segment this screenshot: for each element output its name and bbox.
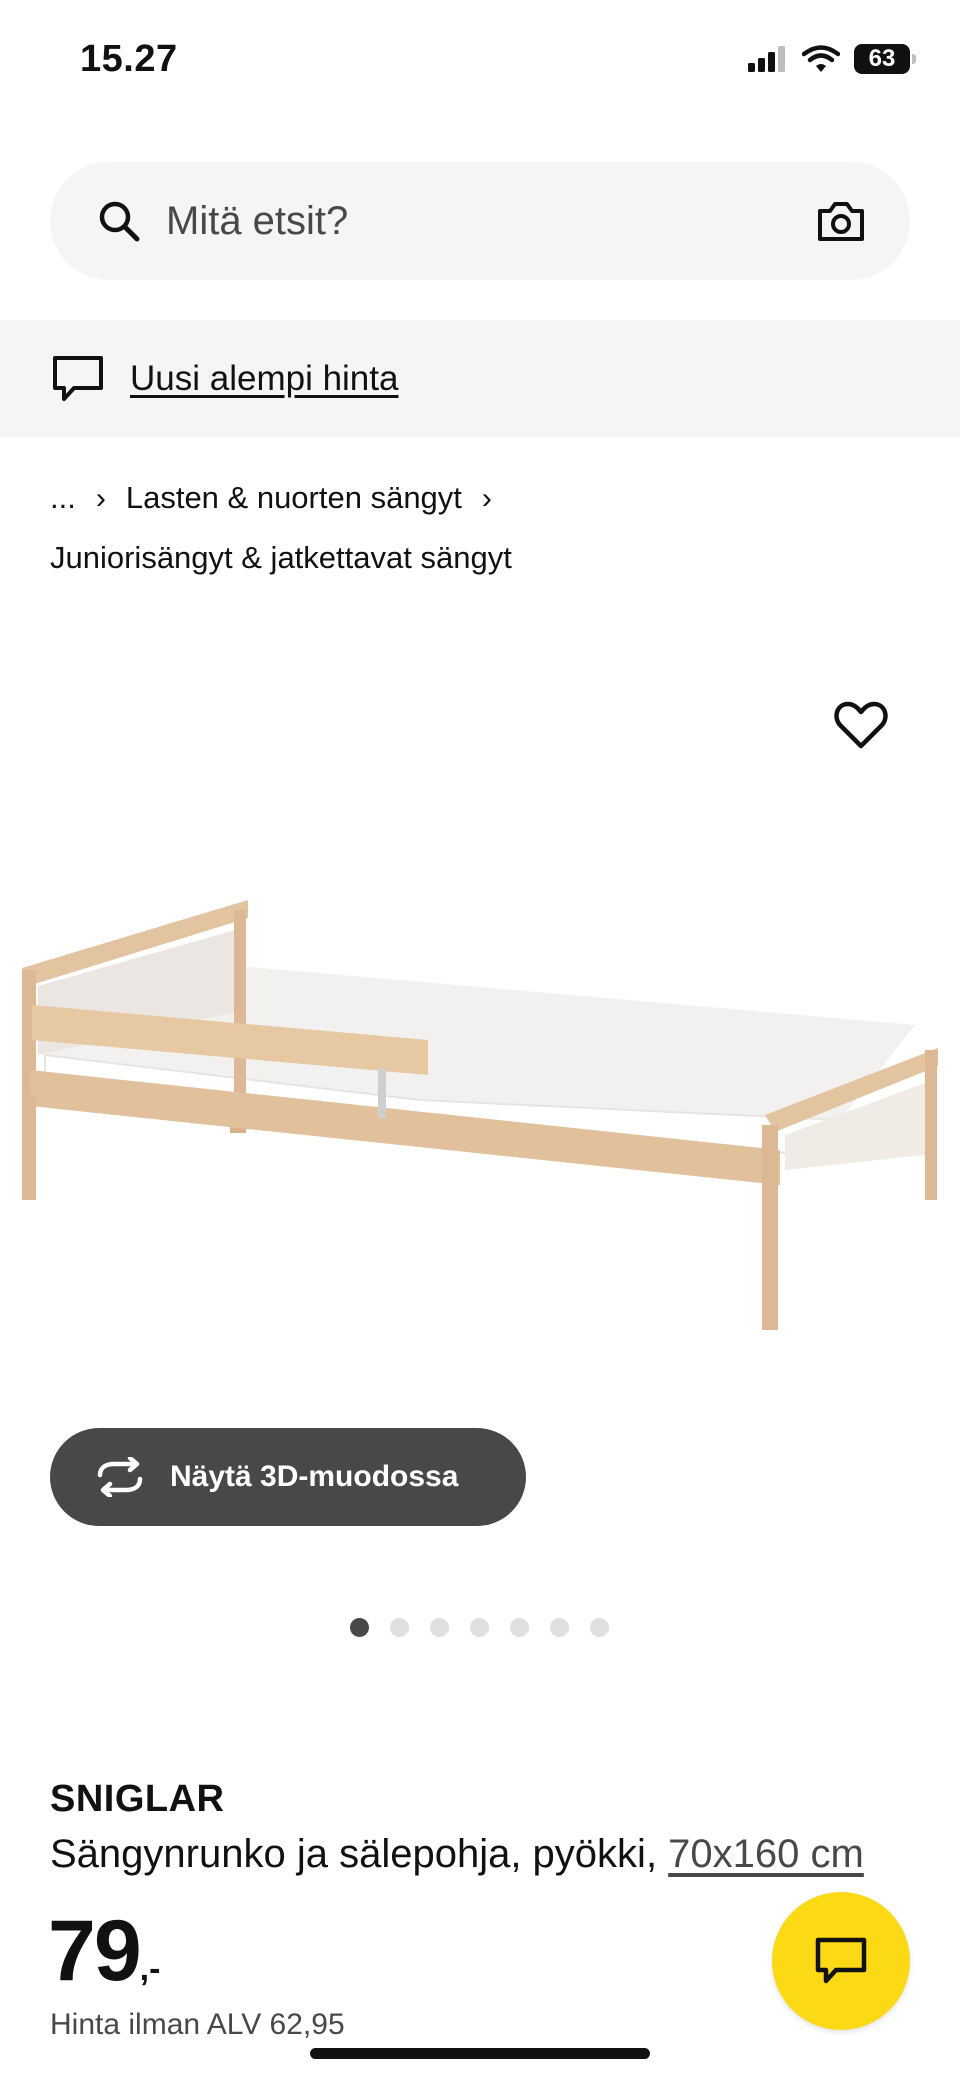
- search-input[interactable]: [164, 197, 816, 245]
- image-pagination: [350, 1618, 609, 1637]
- view-3d-button[interactable]: Näytä 3D-muodossa: [50, 1428, 526, 1526]
- rotate-3d-icon: [97, 1457, 143, 1497]
- new-lower-price-link[interactable]: Uusi alempi hinta: [130, 359, 398, 399]
- chat-outline-icon: [53, 355, 103, 401]
- breadcrumb: ... › Lasten & nuorten sängyt › Juniorisäng…: [50, 468, 910, 587]
- pagination-dot[interactable]: [350, 1618, 369, 1637]
- product-description-text: Sängynrunko ja sälepohja, pyökki,: [50, 1832, 669, 1876]
- status-icons: 63: [748, 44, 916, 74]
- breadcrumb-separator: ›: [95, 482, 106, 515]
- product-description: Sängynrunko ja sälepohja, pyökki, 70x160…: [50, 1832, 864, 1877]
- product-brand: SNIGLAR: [50, 1778, 225, 1820]
- price-excl-vat: Hinta ilman ALV 62,95: [50, 2008, 345, 2041]
- search-icon[interactable]: [96, 198, 142, 244]
- pagination-dot[interactable]: [550, 1618, 569, 1637]
- home-indicator[interactable]: [310, 2048, 650, 2059]
- pagination-dot[interactable]: [590, 1618, 609, 1637]
- breadcrumb-item-kids-beds[interactable]: Lasten & nuorten sängyt: [126, 480, 462, 515]
- view-3d-label: Näytä 3D-muodossa: [170, 1460, 459, 1493]
- breadcrumb-ellipsis[interactable]: ...: [50, 480, 76, 515]
- pagination-dot[interactable]: [430, 1618, 449, 1637]
- price-integer: 79: [48, 1903, 142, 1999]
- bed-illustration: [22, 900, 938, 1330]
- pagination-dot[interactable]: [470, 1618, 489, 1637]
- search-bar: [50, 162, 910, 280]
- heart-icon[interactable]: [834, 700, 888, 750]
- product-price: 79,-: [48, 1902, 160, 2001]
- size-link[interactable]: 70x160 cm: [668, 1832, 864, 1876]
- camera-icon[interactable]: [816, 199, 866, 243]
- chat-button[interactable]: [772, 1892, 910, 2030]
- pagination-dot[interactable]: [390, 1618, 409, 1637]
- status-time: 15.27: [80, 38, 178, 80]
- breadcrumb-separator: ›: [481, 482, 492, 515]
- pagination-dot[interactable]: [510, 1618, 529, 1637]
- wifi-icon: [802, 45, 840, 72]
- chat-icon: [815, 1937, 867, 1984]
- signal-icon: [748, 46, 785, 72]
- price-notice-bar: Uusi alempi hinta: [0, 320, 960, 437]
- price-suffix: ,-: [139, 1950, 161, 1988]
- battery-icon: 63: [854, 44, 916, 74]
- product-image[interactable]: [0, 870, 960, 1340]
- breadcrumb-item-junior-beds[interactable]: Juniorisängyt & jatkettavat sängyt: [50, 540, 512, 575]
